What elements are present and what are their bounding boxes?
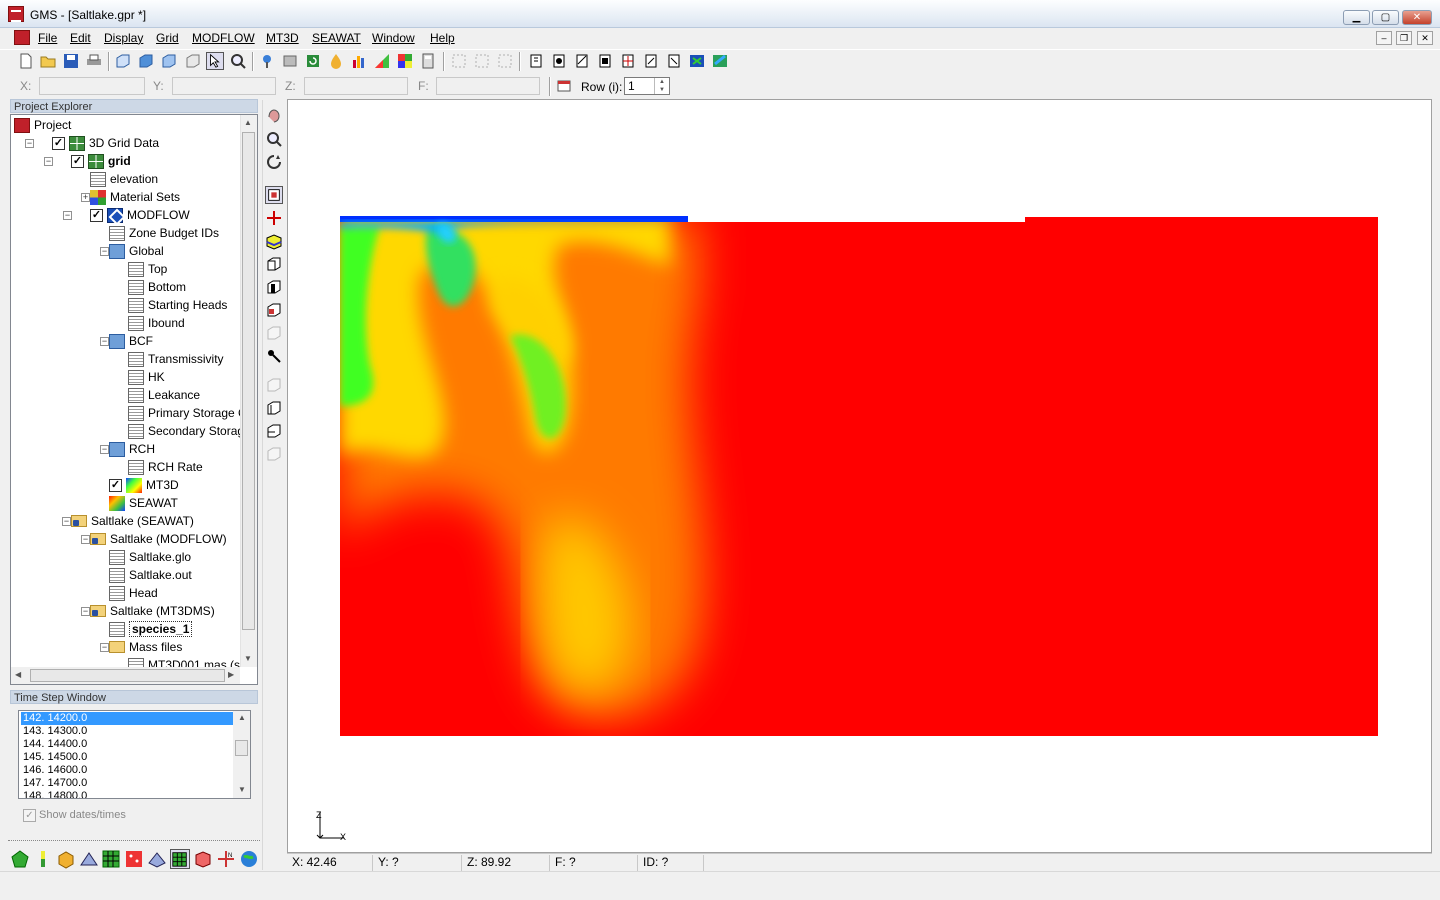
tree-scroll-down-icon[interactable]: ▼ — [244, 654, 252, 663]
solid-module-icon[interactable] — [56, 849, 76, 869]
status-x: X: 42.46 — [289, 855, 373, 871]
svg-text:N: N — [228, 853, 232, 859]
status-id: ID: ? — [640, 855, 704, 871]
merge-layers-icon[interactable] — [265, 445, 283, 463]
add-column-icon[interactable] — [265, 399, 283, 417]
create-recharge-icon[interactable] — [642, 52, 660, 70]
select-cell-tool-icon[interactable] — [265, 186, 283, 204]
create-ghb-icon[interactable] — [619, 52, 637, 70]
legend-icon[interactable] — [396, 52, 414, 70]
status-z: Z: 89.92 — [464, 855, 550, 871]
add-layer-icon[interactable] — [265, 422, 283, 440]
row-label: Row (i): — [581, 80, 623, 94]
create-river-icon[interactable] — [573, 52, 591, 70]
time-step-row[interactable]: 148. 14800.0 — [21, 790, 233, 798]
x-axis-label: X — [340, 832, 347, 842]
map-module-icon[interactable]: N — [216, 849, 236, 869]
show-dates-checkbox[interactable]: ✓ — [23, 809, 36, 822]
time-step-row[interactable]: 143. 14300.0 — [21, 725, 233, 738]
gis-module-icon[interactable] — [239, 849, 259, 869]
show-dates-label: Show dates/times — [39, 809, 126, 821]
refine-cells-icon[interactable] — [496, 52, 514, 70]
time-step-row[interactable]: 146. 14600.0 — [21, 764, 233, 777]
refresh-icon[interactable] — [304, 52, 322, 70]
minimize-button[interactable]: ▁ — [1343, 10, 1370, 25]
time-step-row[interactable]: 142. 14200.0 — [21, 712, 233, 725]
menu-mt3d[interactable]: MT3D — [266, 31, 299, 45]
status-f: F: ? — [552, 855, 638, 871]
seawat-run-icon[interactable] — [711, 52, 729, 70]
scatter-3d-module-icon[interactable] — [193, 849, 213, 869]
create-point-icon[interactable] — [265, 347, 283, 365]
tree-scroll-up-icon[interactable]: ▲ — [244, 118, 252, 127]
color-ramp-icon[interactable] — [373, 52, 391, 70]
merge-cells-icon[interactable] — [450, 52, 468, 70]
z-coord-label: Z: — [285, 79, 296, 93]
chart-icon[interactable] — [350, 52, 368, 70]
time-step-row[interactable]: 147. 14700.0 — [21, 777, 233, 790]
display-options-icon[interactable] — [281, 52, 299, 70]
f-value-field[interactable] — [436, 77, 540, 95]
create-chd-icon[interactable] — [596, 52, 614, 70]
create-drain-icon[interactable] — [550, 52, 568, 70]
concentration-contour-plot[interactable] — [340, 216, 1378, 736]
select-layer-icon[interactable] — [265, 232, 283, 250]
select-column-icon[interactable] — [265, 278, 283, 296]
grid-3d-module-icon[interactable] — [170, 849, 190, 869]
menu-help[interactable]: Help — [430, 31, 455, 45]
mdi-close-button[interactable]: ✕ — [1417, 31, 1433, 45]
contour-icon[interactable] — [327, 52, 345, 70]
ts-scroll-up-icon[interactable]: ▲ — [238, 713, 246, 722]
zoom-tool-icon[interactable] — [265, 130, 283, 148]
status-y: Y: ? — [375, 855, 462, 871]
create-well-icon[interactable] — [527, 52, 545, 70]
select-object-icon[interactable] — [265, 324, 283, 342]
grid-2d-module-icon[interactable] — [101, 849, 121, 869]
borehole-module-icon[interactable] — [33, 849, 53, 869]
time-step-row[interactable]: 145. 14500.0 — [21, 751, 233, 764]
rotate-icon[interactable] — [265, 153, 283, 171]
select-point-icon[interactable] — [265, 209, 283, 227]
select-ijk-icon[interactable] — [265, 301, 283, 319]
row-spinner[interactable]: ▲ ▼ — [654, 78, 669, 94]
menu-window[interactable]: Window — [372, 31, 415, 45]
probe-icon[interactable] — [258, 52, 276, 70]
modflow-run-icon[interactable] — [688, 52, 706, 70]
close-button[interactable]: ✕ — [1402, 10, 1432, 25]
mesh-3d-module-icon[interactable] — [147, 849, 167, 869]
mdi-minimize-button[interactable]: ‒ — [1376, 31, 1392, 45]
z-coord-field[interactable] — [304, 77, 408, 95]
select-row-icon[interactable] — [265, 255, 283, 273]
scatter-2d-module-icon[interactable] — [124, 849, 144, 869]
split-cells-icon[interactable] — [473, 52, 491, 70]
f-value-label: F: — [418, 79, 429, 93]
row-view-icon[interactable] — [556, 78, 572, 94]
time-step-row[interactable]: 144. 14400.0 — [21, 738, 233, 751]
z-axis-label: Z — [316, 810, 322, 820]
mesh-2d-module-icon[interactable] — [79, 849, 99, 869]
create-evt-icon[interactable] — [665, 52, 683, 70]
bottom-status-strip — [0, 871, 1440, 900]
calculator-icon[interactable] — [419, 52, 437, 70]
add-row-icon[interactable] — [265, 376, 283, 394]
menu-seawat[interactable]: SEAWAT — [312, 31, 361, 45]
tin-module-icon[interactable] — [10, 849, 30, 869]
mdi-restore-button[interactable]: ❐ — [1396, 31, 1412, 45]
ts-scroll-down-icon[interactable]: ▼ — [238, 785, 246, 794]
maximize-button[interactable]: ▢ — [1372, 10, 1399, 25]
tree-scroll-thumb[interactable] — [242, 132, 255, 630]
pan-icon[interactable] — [265, 107, 283, 125]
ts-scroll-thumb[interactable] — [235, 740, 248, 756]
